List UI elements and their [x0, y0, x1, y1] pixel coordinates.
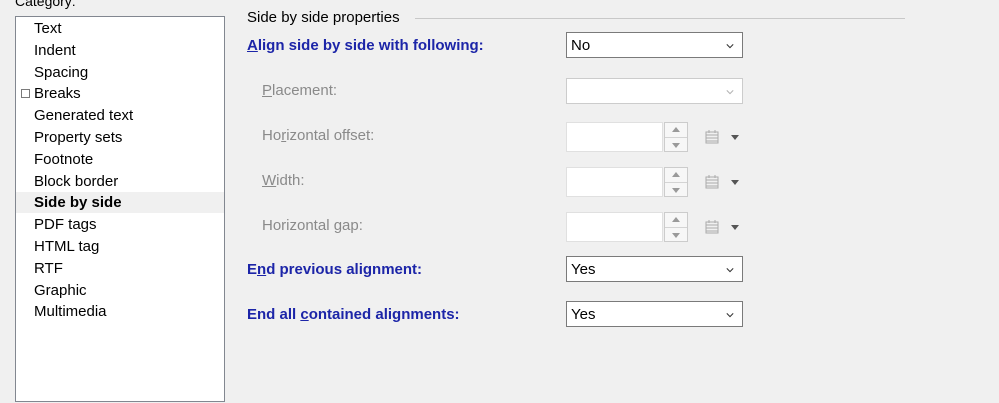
category-label: Category: [15, 0, 76, 9]
stepper-down-button[interactable] [665, 138, 687, 152]
group-divider [415, 18, 905, 19]
category-item-label: PDF tags [34, 216, 97, 234]
category-item-label: Graphic [34, 281, 87, 299]
category-list[interactable]: Text Indent Spacing Breaks Generated text Pro… [15, 16, 225, 402]
category-item-label: Property sets [34, 129, 123, 146]
horizontal-gap-stepper[interactable] [664, 212, 688, 242]
end-previous-alignment-label: End previous alignment: [247, 261, 423, 278]
horizontal-offset-label: Horizontal offset: [262, 127, 375, 144]
category-item-label: RTF [34, 259, 63, 277]
category-item[interactable]: Text [16, 18, 224, 39]
category-item[interactable]: Property sets [16, 127, 224, 148]
placement-select[interactable] [566, 78, 743, 104]
horizontal-offset-input[interactable] [566, 122, 663, 152]
chevron-down-icon [726, 90, 734, 95]
end-previous-alignment-value: Yes [571, 261, 596, 278]
caret-down-icon[interactable] [731, 225, 739, 230]
end-previous-alignment-select[interactable]: Yes [566, 256, 743, 282]
placement-label: Placement: [262, 82, 338, 99]
units-icon[interactable] [703, 129, 721, 145]
category-item-label: Generated text [34, 107, 134, 125]
category-item-label: Indent [34, 41, 76, 59]
category-item[interactable]: Footnote [16, 149, 224, 170]
stepper-down-button[interactable] [665, 183, 687, 197]
align-side-by-side-value: No [571, 37, 591, 54]
chevron-down-icon [726, 44, 734, 49]
triangle-down-icon [672, 188, 680, 193]
group-title: Side by side properties [247, 9, 400, 26]
align-side-by-side-label: Align side by side with following: [247, 37, 484, 54]
category-item[interactable]: RTF [16, 258, 224, 279]
triangle-up-icon [672, 172, 680, 177]
width-input[interactable] [566, 167, 663, 197]
category-item-label: Block border [34, 172, 119, 190]
category-item[interactable]: Spacing [16, 62, 224, 83]
category-item[interactable]: Breaks [16, 83, 224, 104]
caret-down-icon[interactable] [731, 180, 739, 185]
caret-down-icon[interactable] [731, 135, 739, 140]
category-item[interactable]: Graphic [16, 280, 224, 301]
align-side-by-side-select[interactable]: No [566, 32, 743, 58]
category-item-label: Side by side [34, 194, 122, 212]
horizontal-gap-label: Horizontal gap: [262, 217, 363, 234]
category-item[interactable]: HTML tag [16, 236, 224, 257]
category-item[interactable]: Multimedia [16, 301, 224, 322]
category-item[interactable]: Indent [16, 40, 224, 61]
chevron-down-icon [726, 313, 734, 318]
category-item[interactable]: Block border [16, 171, 224, 192]
triangle-up-icon [672, 217, 680, 222]
end-all-contained-alignments-select[interactable]: Yes [566, 301, 743, 327]
category-item[interactable]: Side by side [16, 192, 224, 214]
category-item-label: HTML tag [34, 238, 100, 255]
category-item[interactable]: PDF tags [16, 214, 224, 235]
end-all-contained-alignments-value: Yes [571, 306, 596, 323]
stepper-up-button[interactable] [665, 213, 687, 228]
width-stepper[interactable] [664, 167, 688, 197]
chevron-down-icon [726, 268, 734, 273]
horizontal-offset-stepper[interactable] [664, 122, 688, 152]
category-item-label: Breaks [34, 85, 81, 103]
stepper-up-button[interactable] [665, 168, 687, 183]
units-icon[interactable] [703, 174, 721, 190]
category-item-label: Footnote [34, 150, 94, 168]
triangle-down-icon [672, 143, 680, 148]
checkbox-icon[interactable] [21, 89, 30, 99]
end-all-contained-alignments-label: End all contained alignments: [247, 306, 460, 323]
horizontal-gap-input[interactable] [566, 212, 663, 242]
stepper-down-button[interactable] [665, 228, 687, 242]
width-label: Width: [262, 172, 305, 189]
category-item-label: Multimedia [34, 303, 107, 321]
category-item[interactable]: Generated text [16, 105, 224, 126]
category-item-label: Text [34, 20, 62, 37]
category-item-label: Spacing [34, 63, 89, 81]
triangle-up-icon [672, 127, 680, 132]
triangle-down-icon [672, 233, 680, 238]
stepper-up-button[interactable] [665, 123, 687, 138]
units-icon[interactable] [703, 219, 721, 235]
